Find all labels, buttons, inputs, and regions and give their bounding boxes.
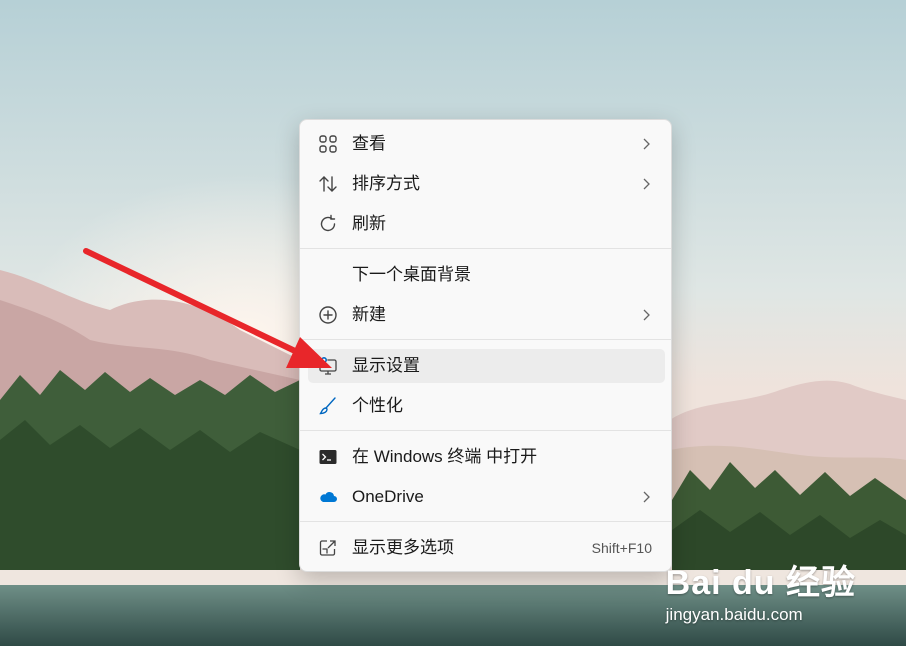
desktop-context-menu: 查看 排序方式 刷新 下一个桌面背景 新建 显示设置 个性化 在 Windows… [299,119,672,572]
plus-circle-icon [318,305,338,325]
chevron-right-icon [641,176,651,192]
menu-item-label: 排序方式 [352,174,420,193]
watermark-brand: Bai du 经验 [665,564,856,602]
menu-item-label: 显示更多选项 [352,538,454,557]
terminal-icon [318,447,338,467]
menu-item-label: 下一个桌面背景 [352,265,471,284]
refresh-icon [318,214,338,234]
menu-item-label: 在 Windows 终端 中打开 [352,447,538,466]
sort-arrows-icon [318,174,338,194]
onedrive-cloud-icon [318,487,338,507]
shortcut-hint: Shift+F10 [591,540,652,556]
menu-item-view[interactable]: 查看 [308,127,665,161]
menu-item-show-more-options[interactable]: 显示更多选项 Shift+F10 [308,531,665,565]
menu-item-display-settings[interactable]: 显示设置 [308,349,665,383]
menu-item-label: OneDrive [352,487,424,506]
menu-item-refresh[interactable]: 刷新 [308,207,665,241]
menu-separator [300,521,671,522]
menu-item-personalize[interactable]: 个性化 [308,389,665,423]
menu-separator [300,339,671,340]
show-more-icon [318,538,338,558]
menu-separator [300,430,671,431]
chevron-right-icon [641,136,651,152]
grid-view-icon [318,134,338,154]
display-settings-icon [318,356,338,376]
paint-brush-icon [318,396,338,416]
menu-item-next-background[interactable]: 下一个桌面背景 [308,258,665,292]
menu-item-label: 刷新 [352,214,386,233]
menu-item-onedrive[interactable]: OneDrive [308,480,665,514]
chevron-right-icon [641,307,651,323]
menu-item-new[interactable]: 新建 [308,298,665,332]
menu-item-label: 新建 [352,305,386,324]
menu-item-label: 个性化 [352,396,403,415]
chevron-right-icon [641,489,651,505]
baidu-watermark: Bai du 经验 jingyan.baidu.com [666,565,856,625]
menu-item-label: 查看 [352,134,386,153]
menu-item-label: 显示设置 [352,356,420,375]
menu-separator [300,248,671,249]
menu-item-open-in-terminal[interactable]: 在 Windows 终端 中打开 [308,440,665,474]
watermark-site: jingyan.baidu.com [665,605,803,624]
menu-item-sort-by[interactable]: 排序方式 [308,167,665,201]
